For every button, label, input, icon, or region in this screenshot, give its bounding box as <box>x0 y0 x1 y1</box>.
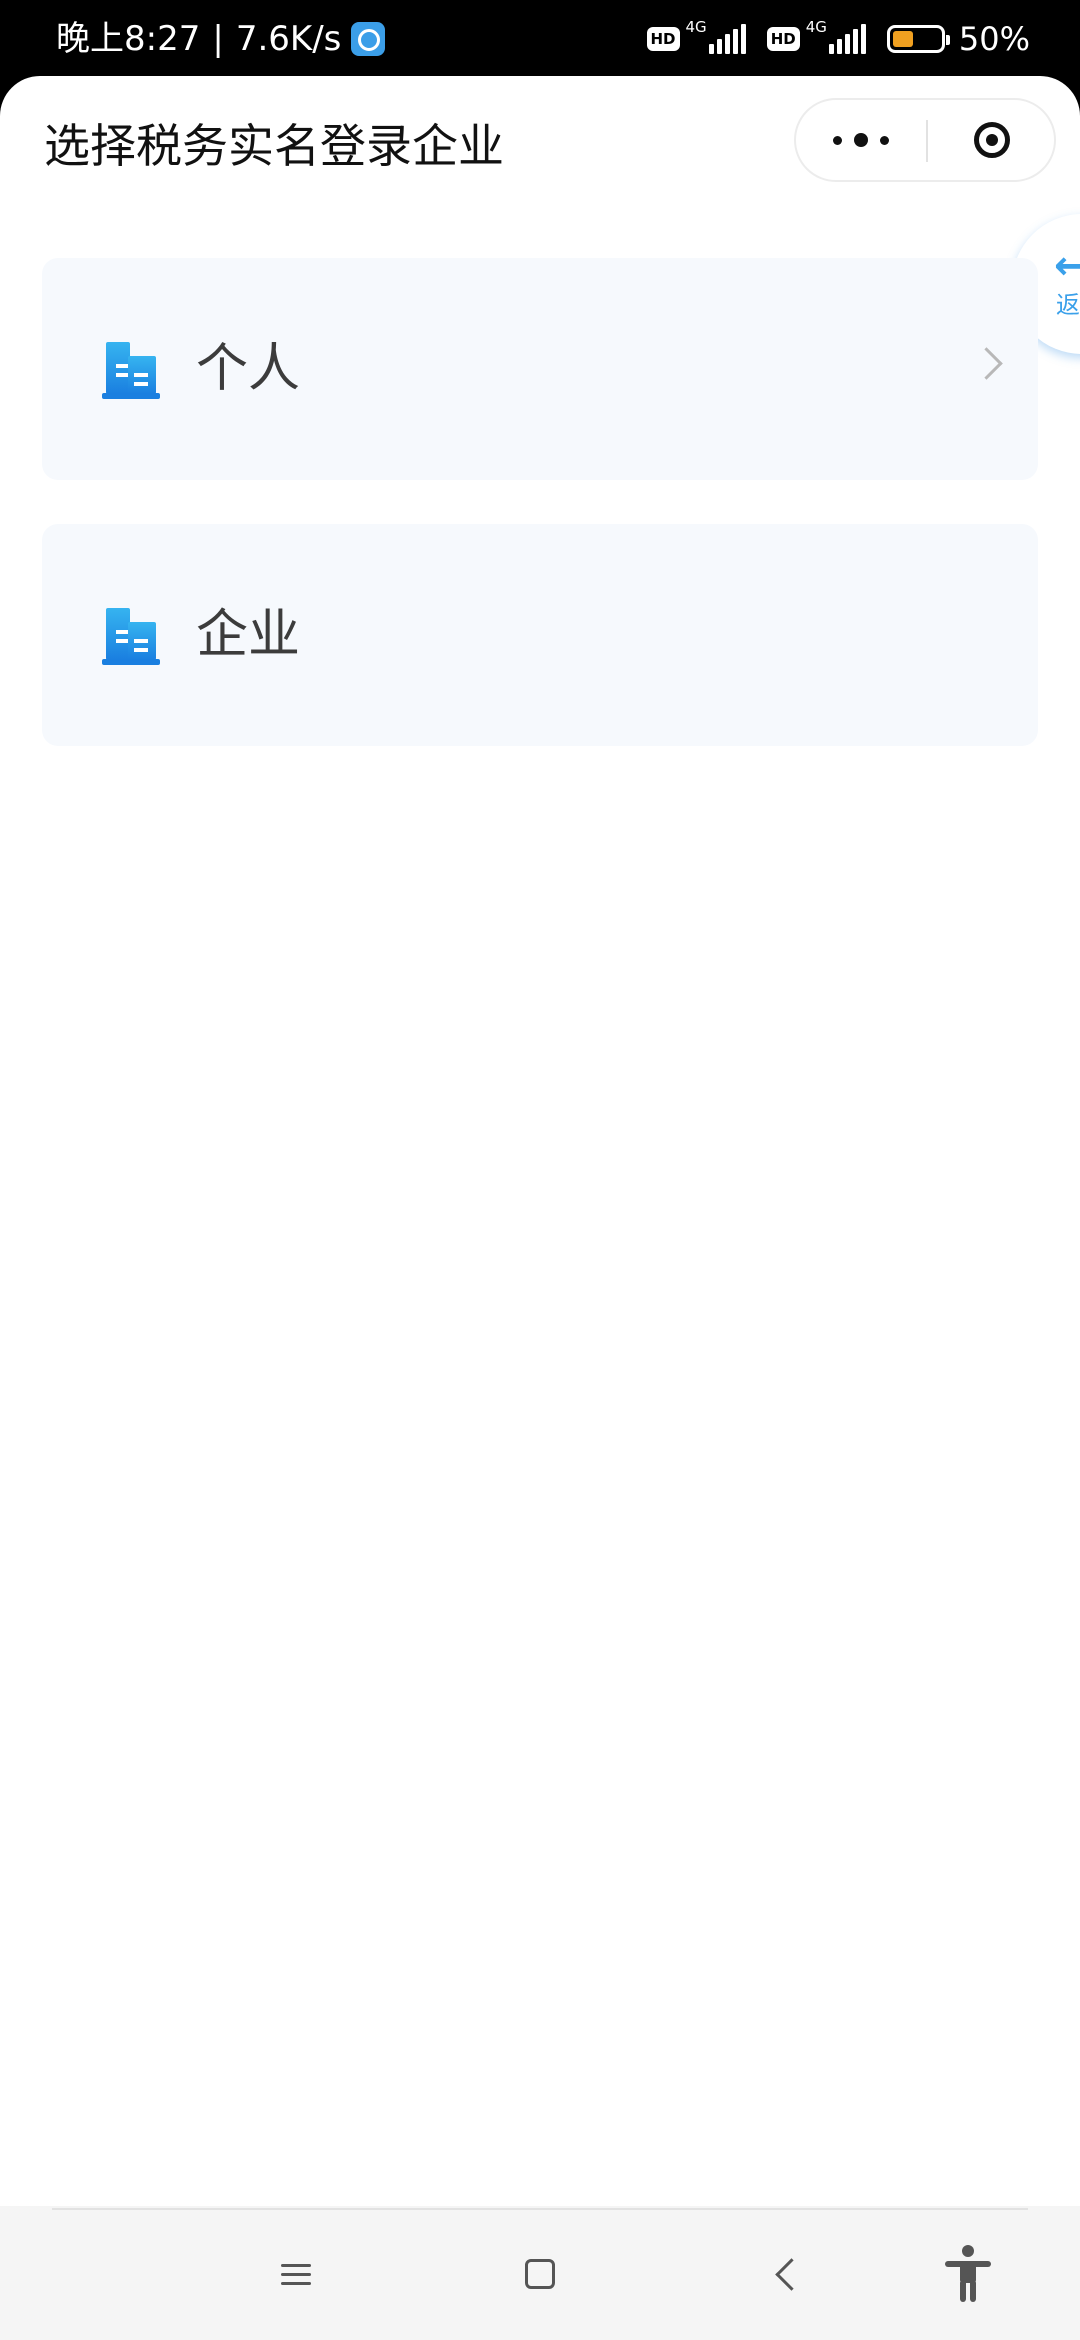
option-enterprise[interactable]: 企业 <box>42 524 1038 746</box>
accessibility-button[interactable] <box>928 2234 1008 2314</box>
page-title: 选择税务实名登录企业 <box>44 119 504 173</box>
more-dots-icon-right <box>880 135 889 145</box>
menu-icon <box>281 2258 311 2291</box>
app-notification-icon <box>351 22 386 56</box>
status-time: 晚上8:27 <box>56 19 201 59</box>
more-dots-icon-center <box>854 133 868 147</box>
target-close-icon <box>974 122 1010 158</box>
bottom-divider <box>52 2208 1028 2210</box>
page-sheet: 选择税务实名登录企业 ← 返 个人 企业 <box>0 76 1080 2206</box>
home-icon <box>525 2259 555 2289</box>
close-mini-program-button[interactable] <box>928 100 1056 180</box>
building-icon <box>102 608 160 665</box>
recent-apps-button[interactable] <box>256 2234 336 2314</box>
mini-program-capsule <box>794 98 1056 182</box>
more-dots-icon <box>833 135 842 145</box>
battery-fill <box>892 31 913 47</box>
status-right: HD 4G HD 4G 50% <box>646 14 1030 64</box>
accessibility-icon <box>945 2245 991 2302</box>
hd-badge-1: HD <box>646 27 680 51</box>
option-personal[interactable]: 个人 <box>42 258 1038 480</box>
system-nav-bar <box>0 2206 1080 2340</box>
floating-back-label: 返 <box>1056 291 1080 319</box>
back-button[interactable] <box>746 2234 826 2314</box>
more-button[interactable] <box>796 100 926 180</box>
network-type-1: 4G <box>685 17 707 36</box>
status-left: 晚上8:27 | 7.6K/s <box>56 14 386 64</box>
back-arrow-icon: ← <box>1054 243 1080 289</box>
hd-badge-2: HD <box>766 27 800 51</box>
signal-strength-icon <box>708 24 749 54</box>
option-enterprise-label: 企业 <box>196 605 301 665</box>
network-speed: 7.6K/s <box>235 19 342 59</box>
home-button[interactable] <box>500 2234 580 2314</box>
chevron-right-icon <box>970 347 1003 380</box>
battery-icon <box>886 25 950 53</box>
network-type-2: 4G <box>805 17 827 36</box>
option-personal-label: 个人 <box>196 339 301 399</box>
building-icon <box>102 342 160 399</box>
back-icon <box>774 2257 808 2291</box>
battery-percent: 50% <box>958 20 1030 58</box>
screen: 晚上8:27 | 7.6K/s HD 4G HD 4G 50% 选择税务实名登录… <box>0 0 1080 2340</box>
status-bar: 晚上8:27 | 7.6K/s HD 4G HD 4G 50% <box>0 0 1080 80</box>
signal-strength-icon-2 <box>828 24 869 54</box>
status-separator: | <box>212 19 224 59</box>
